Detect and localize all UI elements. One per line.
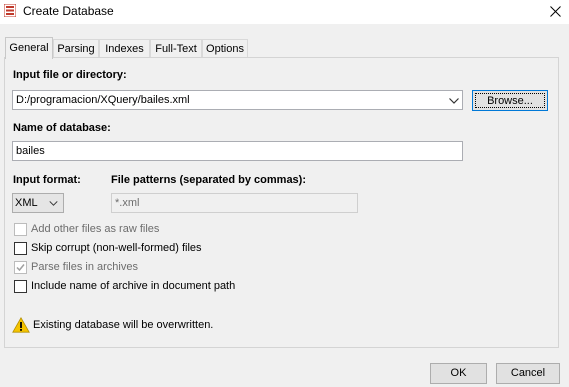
include-archive-name-label: Include name of archive in document path bbox=[31, 280, 236, 292]
skip-corrupt-label: Skip corrupt (non-well-formed) files bbox=[31, 242, 202, 254]
input-path-combobox[interactable]: D:/programacion/XQuery/bailes.xml bbox=[12, 90, 463, 110]
input-label: Input file or directory: bbox=[13, 69, 127, 81]
skip-corrupt-checkbox[interactable] bbox=[14, 242, 27, 255]
add-raw-files-checkbox[interactable] bbox=[14, 223, 27, 236]
add-raw-files-label: Add other files as raw files bbox=[31, 223, 160, 235]
database-name-field[interactable]: bailes bbox=[12, 141, 463, 161]
patterns-label: File patterns (separated by commas): bbox=[111, 174, 307, 186]
tab-general[interactable]: General bbox=[5, 37, 53, 59]
chevron-down-icon bbox=[49, 201, 58, 206]
chevron-down-icon[interactable] bbox=[449, 98, 459, 104]
cancel-button[interactable]: Cancel bbox=[496, 363, 560, 384]
close-icon[interactable] bbox=[541, 0, 569, 22]
file-patterns-value: *.xml bbox=[115, 197, 140, 209]
ok-button[interactable]: OK bbox=[430, 363, 487, 384]
tab-parsing[interactable]: Parsing bbox=[53, 39, 99, 57]
input-path-value: D:/programacion/XQuery/bailes.xml bbox=[16, 94, 190, 106]
ok-button-label: OK bbox=[450, 367, 467, 379]
tab-full-text[interactable]: Full-Text bbox=[150, 39, 202, 57]
browse-button-label: Browse... bbox=[475, 93, 545, 108]
file-patterns-field[interactable]: *.xml bbox=[111, 193, 358, 213]
tab-options[interactable]: Options bbox=[202, 39, 248, 57]
warning-icon bbox=[12, 317, 30, 333]
database-app-icon bbox=[4, 4, 16, 17]
name-label: Name of database: bbox=[13, 122, 111, 134]
input-format-select[interactable]: XML bbox=[12, 193, 64, 213]
window-title: Create Database bbox=[23, 4, 114, 18]
warning-message: Existing database will be overwritten. bbox=[33, 319, 214, 331]
check-mark-icon bbox=[16, 264, 25, 272]
input-format-value: XML bbox=[15, 197, 38, 209]
parse-archives-checkbox[interactable] bbox=[14, 261, 27, 274]
format-label: Input format: bbox=[13, 174, 81, 186]
include-archive-name-checkbox[interactable] bbox=[14, 280, 27, 293]
tab-indexes[interactable]: Indexes bbox=[99, 39, 150, 57]
database-name-value: bailes bbox=[16, 145, 45, 157]
browse-button[interactable]: Browse... bbox=[472, 90, 548, 111]
cancel-button-label: Cancel bbox=[510, 367, 546, 379]
parse-archives-label: Parse files in archives bbox=[31, 261, 138, 273]
title-bar: Create Database bbox=[0, 0, 569, 24]
